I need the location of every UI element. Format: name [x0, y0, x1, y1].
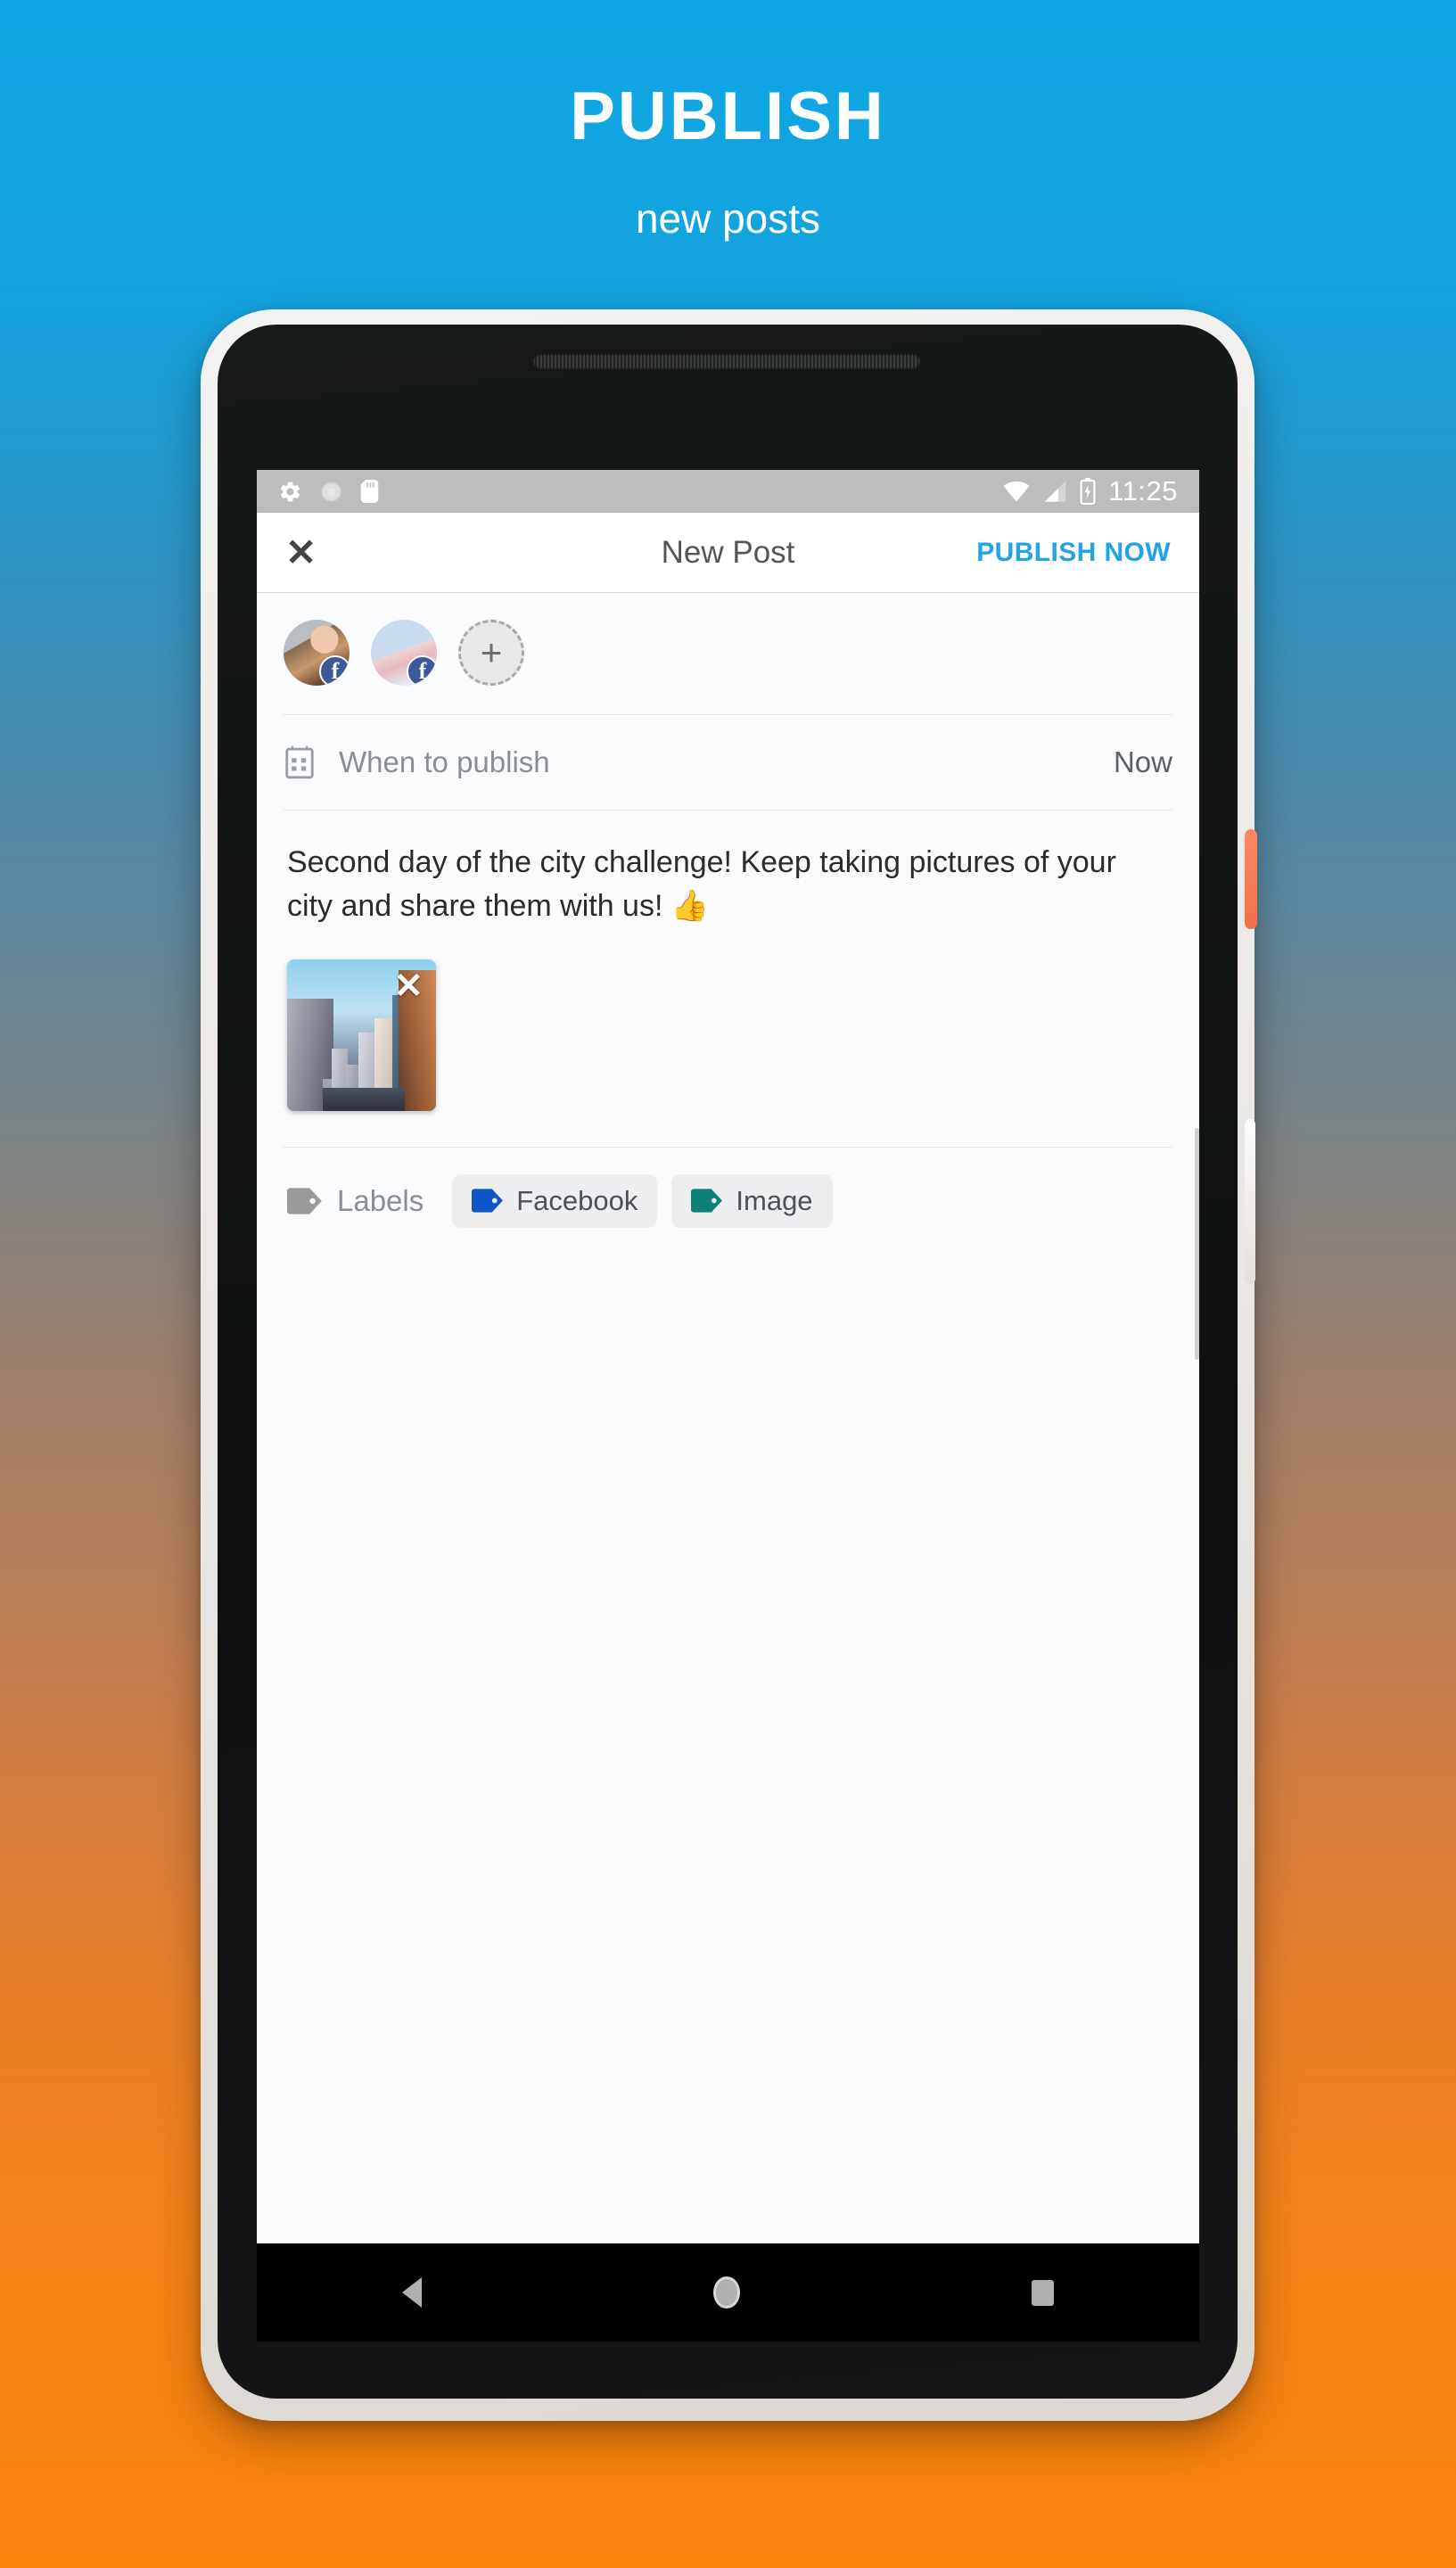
signal-icon [1043, 480, 1067, 503]
screenshot-stage: PUBLISH new posts 11:25 ✕ New Post PUBLI… [0, 0, 1456, 2568]
calendar-icon [284, 745, 316, 779]
account-selector-row: f f + [257, 593, 1199, 714]
city-photo-thumbnail[interactable]: ✕ [287, 959, 436, 1111]
page-subtitle: new posts [635, 195, 821, 242]
labels-row: Labels Facebook Image [257, 1148, 1199, 1255]
power-button[interactable] [1245, 829, 1257, 929]
status-bar-right-icons: 11:25 [1002, 475, 1178, 507]
back-button[interactable] [402, 2277, 423, 2308]
scrollbar-thumb[interactable] [1195, 1128, 1199, 1360]
schedule-row[interactable]: When to publish Now [257, 715, 1199, 810]
status-bar-left-icons [278, 480, 379, 504]
status-bar: 11:25 [257, 470, 1199, 513]
label-chip-text: Image [736, 1184, 813, 1216]
remove-attachment-button[interactable]: ✕ [393, 968, 424, 1004]
gear-icon [278, 480, 302, 504]
page-title: PUBLISH [570, 78, 886, 154]
clock-label: 11:25 [1108, 475, 1178, 506]
publish-now-button[interactable]: PUBLISH NOW [976, 538, 1171, 568]
earpiece-speaker-icon [533, 353, 920, 368]
tag-icon [691, 1189, 723, 1213]
label-chip-facebook[interactable]: Facebook [452, 1173, 658, 1228]
recents-button[interactable] [1031, 2279, 1054, 2306]
attachment-area: ✕ [257, 947, 1199, 1147]
account-avatar-2[interactable]: f [371, 620, 437, 686]
add-account-button[interactable]: + [458, 620, 524, 686]
schedule-value[interactable]: Now [1114, 745, 1172, 779]
wifi-icon [1002, 480, 1031, 503]
schedule-label: When to publish [339, 745, 550, 778]
facebook-badge-icon: f [319, 655, 350, 686]
sync-icon [320, 481, 342, 503]
labels-title: Labels [337, 1183, 424, 1217]
battery-charging-icon [1080, 478, 1096, 505]
scrollbar[interactable] [1195, 593, 1199, 2243]
phone-screen: 11:25 ✕ New Post PUBLISH NOW f f + When … [257, 470, 1199, 2243]
label-chip-text: Facebook [516, 1184, 638, 1216]
app-bar: ✕ New Post PUBLISH NOW [257, 513, 1199, 593]
close-icon[interactable]: ✕ [285, 533, 317, 572]
tag-icon [472, 1189, 504, 1213]
volume-button[interactable] [1245, 1119, 1255, 1284]
account-avatar-1[interactable]: f [284, 620, 350, 686]
home-button[interactable] [712, 2276, 740, 2309]
sd-card-icon [360, 480, 379, 503]
android-nav-bar [257, 2243, 1199, 2342]
post-composer-content: f f + When to publish Now Second day of … [257, 593, 1199, 2243]
facebook-badge-icon: f [407, 655, 437, 686]
post-text-input[interactable]: Second day of the city challenge! Keep t… [257, 811, 1199, 947]
tag-icon [287, 1187, 323, 1214]
thumbnail-detail [323, 1087, 405, 1111]
label-chip-image[interactable]: Image [671, 1173, 833, 1228]
